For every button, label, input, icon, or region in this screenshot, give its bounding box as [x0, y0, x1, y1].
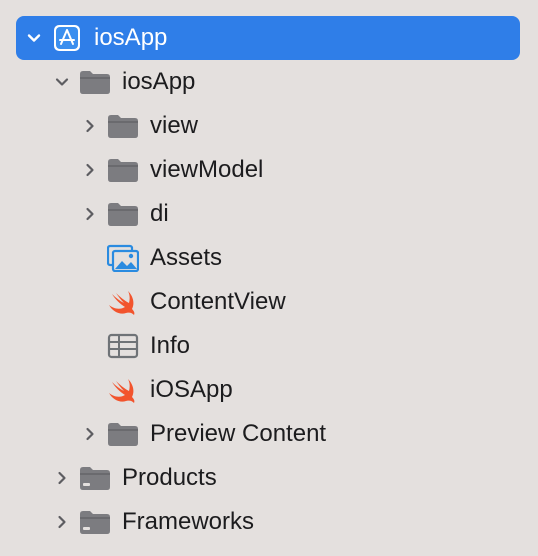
tree-row-label: view [150, 112, 199, 139]
folder-icon [106, 199, 140, 229]
tree-row-label: viewModel [150, 156, 264, 183]
chevron-down-icon[interactable] [24, 28, 44, 48]
tree-row-info[interactable]: Info [16, 324, 520, 368]
tree-row-view[interactable]: view [16, 104, 520, 148]
asset-catalog-icon [106, 243, 140, 273]
tree-row-frameworks[interactable]: Frameworks [16, 500, 520, 544]
tree-row-viewmodel[interactable]: viewModel [16, 148, 520, 192]
tree-row-root-iosapp[interactable]: iosApp [16, 16, 520, 60]
folder-icon [106, 155, 140, 185]
tree-row-label: Assets [150, 244, 223, 271]
chevron-right-icon[interactable] [80, 116, 100, 136]
tree-row-preview-content[interactable]: Preview Content [16, 412, 520, 456]
tree-row-label: di [150, 200, 169, 227]
tree-row-label: iosApp [122, 68, 196, 95]
folder-icon [106, 419, 140, 449]
tree-row-label: Products [122, 464, 217, 491]
project-navigator: iosApp iosApp view viewModel di Assets C… [0, 0, 538, 556]
chevron-right-icon[interactable] [52, 468, 72, 488]
tree-row-products[interactable]: Products [16, 456, 520, 500]
plist-table-icon [106, 331, 140, 361]
tree-row-iosapp-swift[interactable]: iOSApp [16, 368, 520, 412]
swift-file-icon [106, 287, 140, 317]
folder-icon [78, 507, 112, 537]
tree-row-label: Frameworks [122, 508, 255, 535]
folder-icon [106, 111, 140, 141]
tree-row-label: iOSApp [150, 376, 233, 403]
swift-file-icon [106, 375, 140, 405]
tree-row-contentview[interactable]: ContentView [16, 280, 520, 324]
chevron-right-icon[interactable] [80, 160, 100, 180]
tree-row-di[interactable]: di [16, 192, 520, 236]
chevron-right-icon[interactable] [80, 424, 100, 444]
chevron-right-icon[interactable] [80, 204, 100, 224]
chevron-down-icon[interactable] [52, 72, 72, 92]
tree-row-label: ContentView [150, 288, 286, 315]
tree-row-assets[interactable]: Assets [16, 236, 520, 280]
tree-row-group-iosapp[interactable]: iosApp [16, 60, 520, 104]
folder-icon [78, 67, 112, 97]
tree-row-label: iosApp [94, 24, 168, 51]
chevron-right-icon[interactable] [52, 512, 72, 532]
tree-row-label: Info [150, 332, 191, 359]
folder-icon [78, 463, 112, 493]
tree-row-label: Preview Content [150, 420, 327, 447]
xcode-project-icon [50, 23, 84, 53]
